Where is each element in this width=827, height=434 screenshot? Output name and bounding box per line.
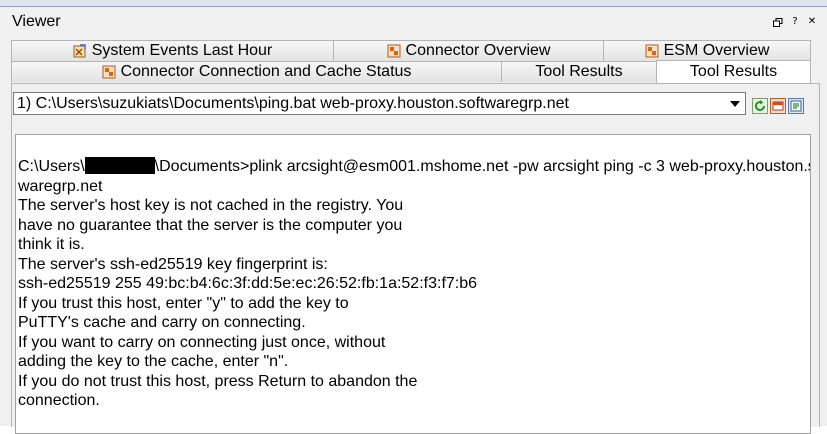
tab-tool-results-1[interactable]: Tool Results <box>501 61 657 82</box>
dashboard-icon <box>387 44 401 58</box>
dashboard-icon <box>102 65 116 79</box>
refresh-icon[interactable] <box>752 98 768 114</box>
output-line: The server's ssh-ed25519 key fingerprint… <box>18 255 328 273</box>
export-icon[interactable] <box>788 98 804 114</box>
restore-icon[interactable] <box>773 16 783 28</box>
output-line: If you want to carry on connecting just … <box>18 333 386 351</box>
output-text: C:\Users\ <box>18 158 85 175</box>
tab-label: Tool Results <box>535 63 623 80</box>
output-line: PuTTY's cache and carry on connecting. <box>18 314 306 331</box>
output-line: have no guarantee that the server is the… <box>18 216 403 234</box>
tab-label: Tool Results <box>689 63 778 80</box>
output-line: ssh-ed25519 255 49:bc:b4:6c:3f:dd:5e:ec:… <box>18 275 478 292</box>
tab-connector-overview[interactable]: Connector Overview <box>333 40 604 61</box>
command-output[interactable]: C:\Users\ \Documents>plink arcsight@esm00… <box>15 134 811 434</box>
output-line: think it is. <box>18 236 85 253</box>
tab-tool-results-2[interactable]: Tool Results <box>656 60 811 83</box>
tab-esm-overview[interactable]: ESM Overview <box>603 40 811 61</box>
tab-label: ESM Overview <box>663 42 770 59</box>
redaction-box <box>84 157 155 174</box>
output-line: adding the key to the cache, enter "n". <box>18 353 289 370</box>
dashboard-icon <box>645 44 659 58</box>
close-icon[interactable]: ✕ <box>807 16 817 28</box>
output-text: \Documents>plink arcsight@esm001.mshome.… <box>154 158 811 175</box>
output-line: connection. <box>18 392 100 409</box>
output-line: waregrp.net <box>18 177 103 195</box>
tab-label: System Events Last Hour <box>91 42 273 59</box>
title-bar: Viewer ? ✕ <box>0 7 827 35</box>
viewer-window: Viewer ? ✕ System Events Last Hour Conne… <box>0 6 827 434</box>
chevron-down-icon[interactable] <box>730 101 740 107</box>
tab-label: Connector Overview <box>405 42 551 59</box>
command-select[interactable]: 1) C:\Users\suzukiats\Documents\ping.bat… <box>13 92 746 115</box>
window-controls: ? ✕ <box>773 16 817 28</box>
tab-label: Connector Connection and Cache Status <box>120 63 412 80</box>
output-line: If you do not trust this host, press Ret… <box>18 372 418 390</box>
stop-icon[interactable] <box>770 98 786 114</box>
tab-system-events-last-hour[interactable]: System Events Last Hour <box>11 40 334 61</box>
tool-results-panel: 1) C:\Users\suzukiats\Documents\ping.bat… <box>11 83 820 434</box>
output-line: The server's host key is not cached in t… <box>18 197 404 214</box>
window-title: Viewer <box>12 13 61 30</box>
command-select-value: 1) C:\Users\suzukiats\Documents\ping.bat… <box>17 95 569 112</box>
tab-connector-connection-cache-status[interactable]: Connector Connection and Cache Status <box>11 61 502 82</box>
output-line-command: C:\Users\ \Documents>plink arcsight@esm00… <box>18 157 810 177</box>
output-line: If you trust this host, enter "y" to add… <box>18 294 349 312</box>
help-icon[interactable]: ? <box>790 16 800 28</box>
events-icon <box>73 44 86 58</box>
